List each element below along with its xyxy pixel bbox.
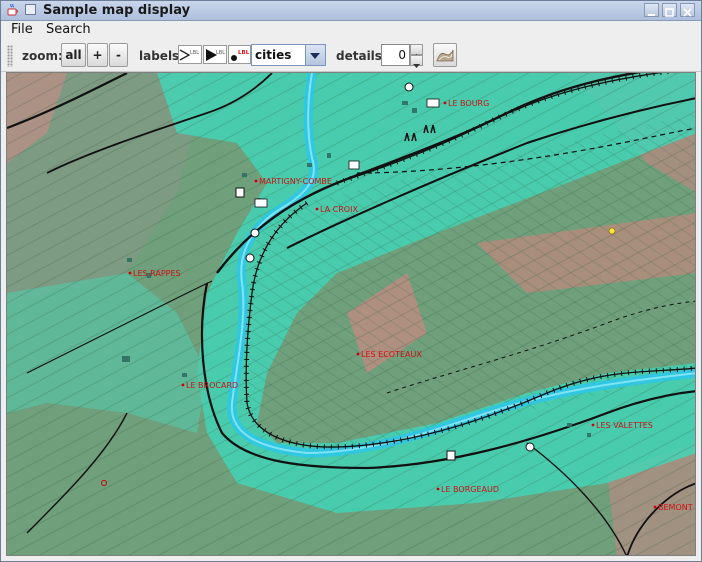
svg-text:LBL: LBL (190, 50, 199, 56)
app-window: Sample map display File Search zoom: all… (0, 0, 702, 562)
details-value[interactable]: 0 (381, 44, 410, 66)
details-label: details: (336, 49, 387, 63)
window-title: Sample map display (43, 3, 191, 18)
close-button[interactable] (680, 3, 695, 17)
post-office-icon (426, 98, 440, 108)
bus-stop-icon (446, 450, 456, 461)
window-menu-icon[interactable] (25, 4, 36, 15)
close-icon (683, 8, 692, 17)
java-cup-icon (7, 3, 18, 16)
toolbar: zoom: all + - labels: LBL LBL LBL cities (1, 39, 701, 72)
topographic-map[interactable]: LE BOURG MARTIGNY-COMBE LA CROIX LES RAP… (7, 73, 696, 556)
details-increment[interactable] (410, 44, 423, 58)
dropdown-arrow[interactable] (305, 45, 325, 65)
reservoir-icon (250, 228, 260, 238)
label-area-icon: LBL (206, 49, 225, 61)
zoom-all-button[interactable]: all (61, 43, 86, 67)
label-point-icon: LBL (231, 50, 250, 61)
label-line-icon: LBL (179, 49, 199, 61)
maximize-button[interactable] (662, 3, 677, 17)
details-decrement[interactable] (410, 55, 423, 68)
zoom-out-button[interactable]: - (109, 43, 128, 67)
minimize-button[interactable] (644, 3, 659, 17)
relief-toggle-button[interactable] (433, 43, 457, 67)
details-spinner[interactable]: 0 (381, 44, 423, 68)
place-label-le-borgeaud: LE BORGEAUD (441, 485, 499, 494)
toolbar-grip[interactable] (7, 45, 13, 67)
place-label-le-bourg: LE BOURG (448, 99, 489, 108)
menu-search[interactable]: Search (46, 22, 91, 38)
reservoir-icon (525, 442, 535, 452)
place-label-bemont: BEMONT (658, 503, 693, 512)
svg-text:LBL: LBL (216, 50, 225, 56)
reservoir-icon (245, 253, 255, 263)
place-label-martigny-combe: MARTIGNY-COMBE (259, 177, 332, 186)
map-canvas[interactable]: LE BOURG MARTIGNY-COMBE LA CROIX LES RAP… (6, 72, 696, 556)
place-label-les-ecoteaux: LES ECOTEAUX (361, 350, 422, 359)
labels-select-value: cities (255, 48, 292, 62)
zoom-in-button[interactable]: + (87, 43, 108, 67)
label-line-toggle[interactable]: LBL (178, 45, 202, 64)
svg-text:LBL: LBL (238, 50, 250, 56)
spin-down-icon (413, 64, 420, 68)
title-bar[interactable]: Sample map display (1, 1, 701, 21)
minimize-icon (648, 14, 655, 16)
post-office-icon (254, 198, 268, 208)
label-area-toggle[interactable]: LBL (203, 45, 227, 64)
menu-file[interactable]: File (11, 22, 33, 38)
place-label-le-brocard: LE BROCARD (186, 381, 238, 390)
place-label-les-rappes: LES RAPPES (133, 269, 181, 278)
building-icon (348, 160, 360, 170)
chevron-down-icon (310, 53, 320, 59)
menu-bar: File Search (1, 21, 701, 39)
place-label-les-valettes: LES VALETTES (596, 421, 653, 430)
label-point-toggle[interactable]: LBL (228, 45, 251, 64)
zoom-label: zoom: (22, 49, 63, 63)
bus-stop-icon (235, 187, 245, 198)
maximize-icon (665, 8, 674, 17)
terrain-icon (436, 49, 454, 62)
sun-icon (608, 227, 616, 235)
place-label-la-croix: LA CROIX (320, 205, 358, 214)
reservoir-icon (404, 82, 414, 92)
labels-select[interactable]: cities (251, 44, 326, 66)
